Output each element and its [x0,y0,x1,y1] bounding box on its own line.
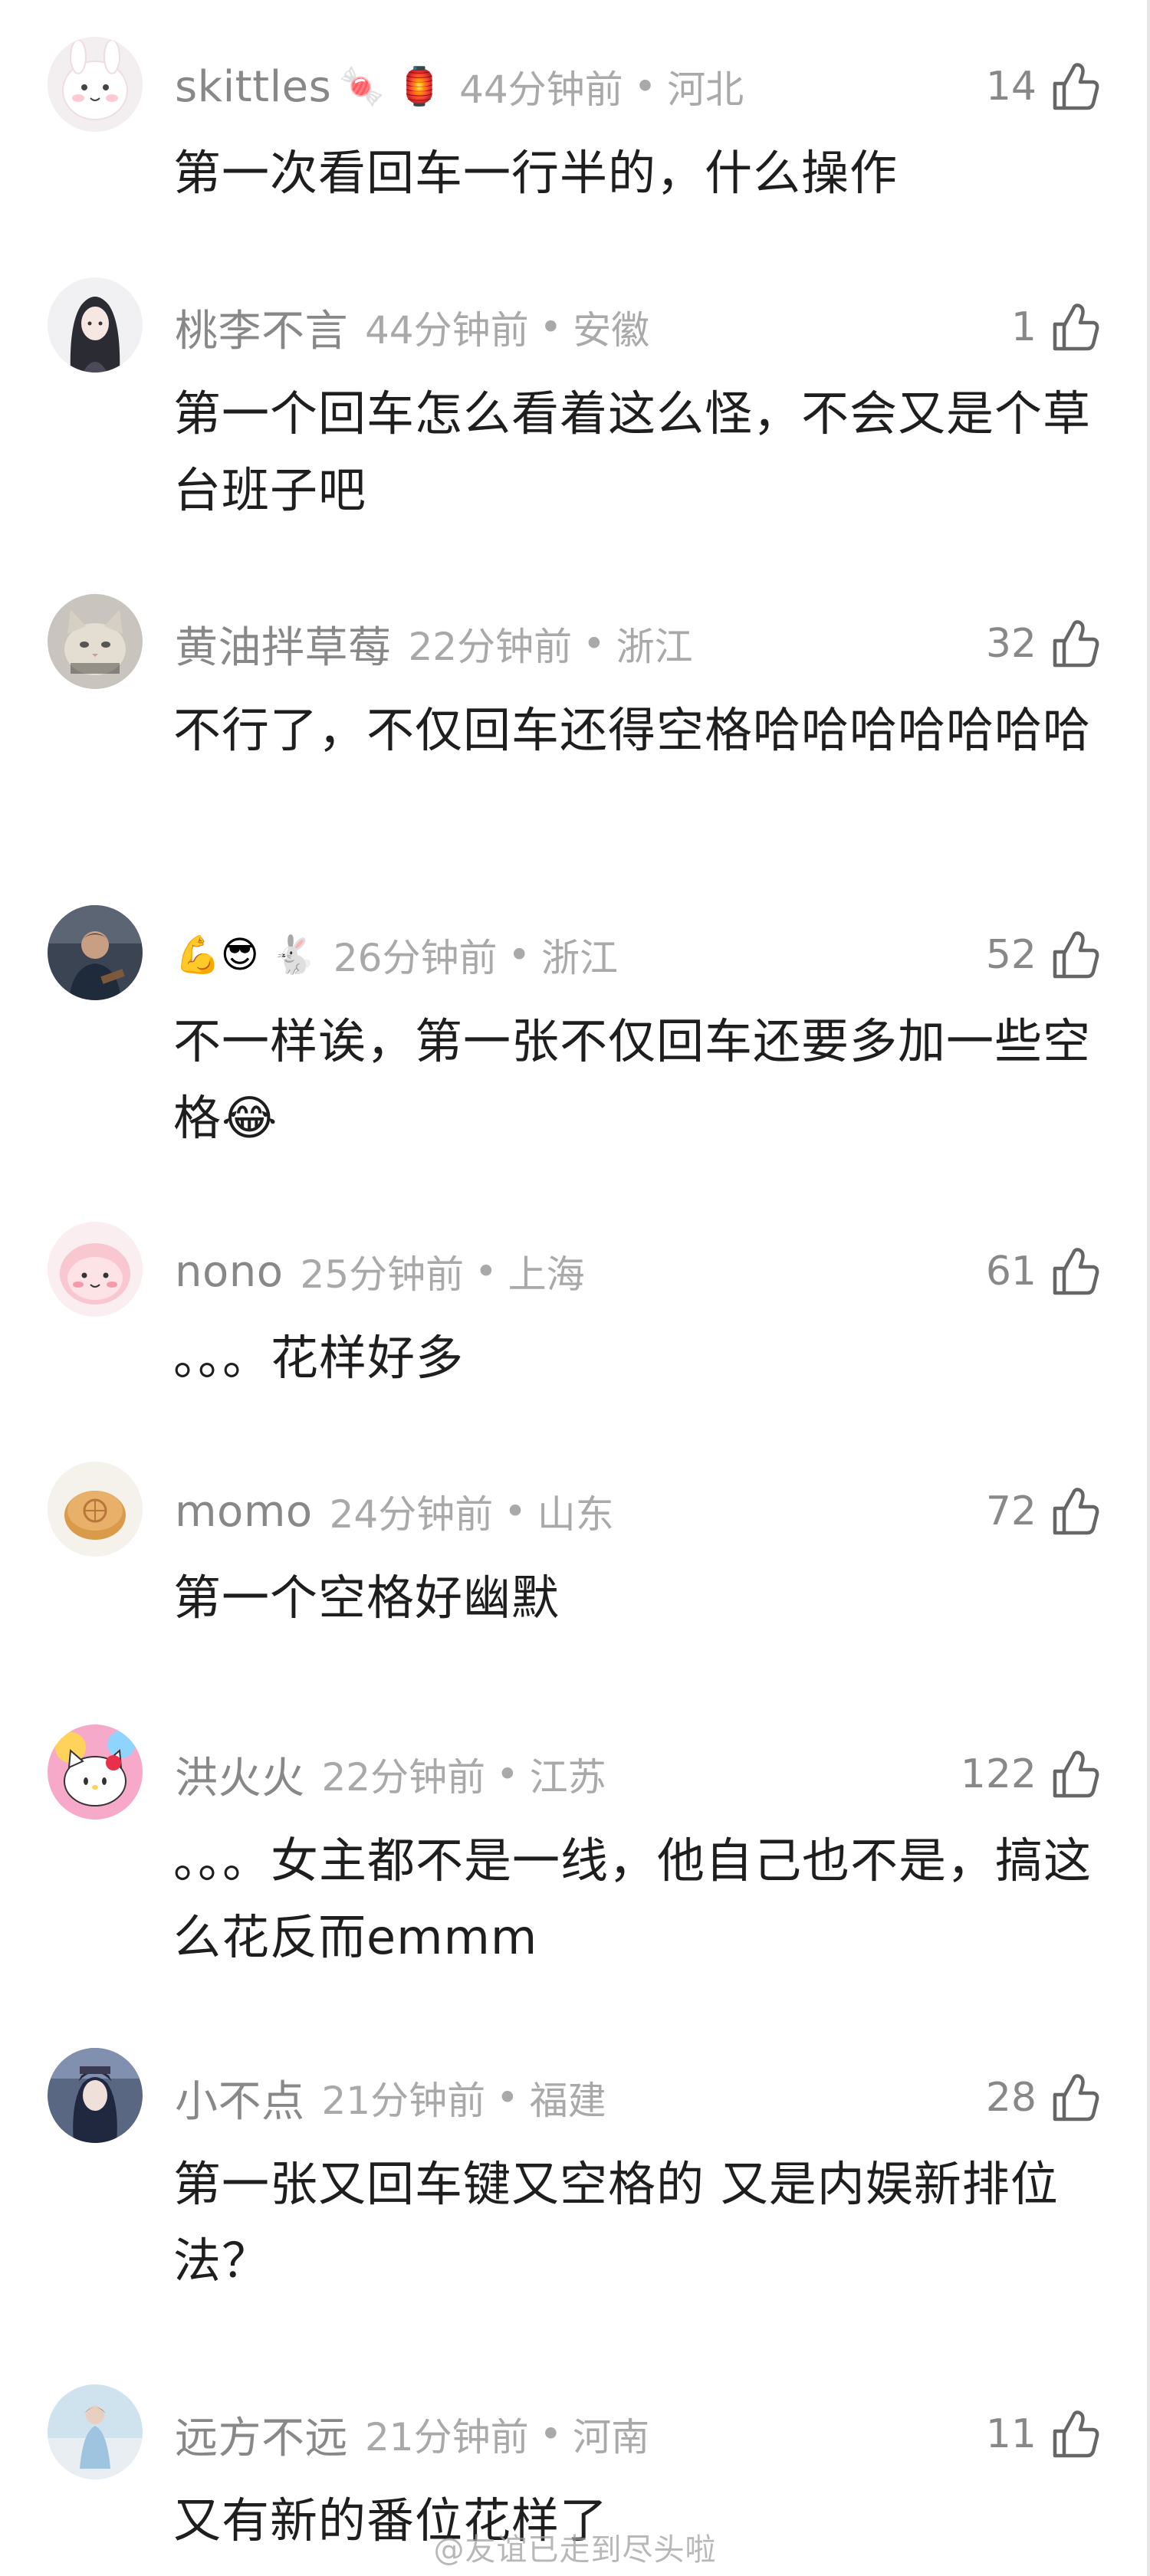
comment-text: 第一个空格好幽默 [173,1570,560,1626]
like-button[interactable]: 52 [986,927,1102,983]
separator-dot: • [496,1752,519,1797]
like-button[interactable]: 11 [986,2406,1102,2463]
comment-meta: 洪火火 22分钟前 • 江苏 [175,1747,606,1803]
thumbs-up-icon[interactable] [1047,1747,1102,1802]
thumbs-up-icon[interactable] [1047,1484,1102,1539]
comment-meta: 桃李不言 44分钟前 • 安徽 [175,300,650,356]
comment-meta: nono 25分钟前 • 上海 [175,1245,585,1298]
like-count: 52 [985,932,1037,978]
comment-text: 第一张又回车键又空格的 又是内娱新排位法？ [173,2156,1059,2289]
photo-person-avatar[interactable] [48,905,143,1000]
comment-meta: 小不点 21分钟前 • 福建 [175,2071,606,2127]
separator-dot: • [496,2076,519,2120]
thumbs-up-icon[interactable] [1047,59,1102,114]
comment-time: 44分钟前 [459,67,623,112]
thumbs-up-icon[interactable] [1047,2407,1102,2462]
comment-location: 上海 [508,1252,585,1297]
like-button[interactable]: 28 [986,2069,1102,2126]
separator-dot: • [633,64,657,109]
anime-girl-avatar[interactable] [48,277,143,372]
comment-time: 21分钟前 [321,2079,486,2123]
comment-text: 不一样诶，第一张不仅回车还要多加一些空格😂 [173,1013,1092,1146]
comment-time: 22分钟前 [321,1755,486,1800]
pink-character-avatar[interactable] [48,1222,143,1317]
comment-location: 安徽 [573,308,650,353]
like-count: 122 [960,1751,1037,1797]
comment-time: 22分钟前 [408,625,573,669]
like-count: 28 [985,2075,1037,2121]
username[interactable]: 黄油拌草莓 [175,613,392,675]
username[interactable]: 远方不远 [175,2404,348,2466]
separator-dot: • [539,2412,563,2456]
comment-time: 26分钟前 [333,936,498,980]
comment-text: 第一个回车怎么看着这么怪，不会又是个草台班子吧 [173,386,1092,518]
like-count: 1 [1010,304,1037,350]
comment-time: 24分钟前 [329,1492,494,1537]
cat-avatar[interactable] [48,594,143,689]
comment-time: 21分钟前 [365,2415,529,2460]
comment-meta: 💪😎 🐇 26分钟前 • 浙江 [175,928,618,982]
username[interactable]: 小不点 [175,2067,305,2129]
comment-text: 第一次看回车一行半的，什么操作 [173,145,899,201]
badge-icons: 🍬 🏮 [339,65,443,108]
separator-dot: • [504,1489,527,1534]
thumbs-up-icon[interactable] [1047,1244,1102,1299]
figure-beach-avatar[interactable] [48,2384,143,2479]
like-button[interactable]: 1 [1011,299,1102,356]
like-button[interactable]: 61 [986,1243,1102,1300]
separator-dot: • [583,622,606,666]
anime-character-avatar[interactable] [48,2048,143,2143]
comment-location: 浙江 [540,936,618,980]
comment-meta: skittles 🍬 🏮 44分钟前 • 河北 [175,60,744,113]
like-button[interactable]: 122 [961,1746,1102,1803]
comment-location: 河北 [667,67,744,112]
like-count: 61 [985,1249,1037,1295]
comment-meta: 远方不远 21分钟前 • 河南 [175,2407,650,2463]
comment-text: 不行了，不仅回车还得空格哈哈哈哈哈哈哈 [173,702,1092,758]
comment-location: 河南 [573,2415,650,2460]
like-button[interactable]: 72 [986,1483,1102,1540]
username[interactable]: momo [175,1487,313,1537]
comment-location: 山东 [537,1492,614,1537]
comment-meta: 黄油拌草莓 22分钟前 • 浙江 [175,617,693,673]
like-count: 72 [985,1488,1037,1534]
comment-location: 浙江 [616,625,693,669]
comment-time: 25分钟前 [300,1252,465,1297]
badge-icons: 💪😎 🐇 [175,934,317,976]
thumbs-up-icon[interactable] [1047,2070,1102,2125]
like-count: 14 [985,64,1037,110]
like-count: 32 [985,621,1037,667]
comment-text: 。。。花样好多 [173,1330,465,1386]
comment-location: 江苏 [529,1755,606,1800]
username[interactable]: nono [175,1247,284,1297]
separator-dot: • [475,1249,498,1294]
comment-page: skittles 🍬 🏮 44分钟前 • 河北 14 第一次看回车一行半的，什么… [0,0,1150,2576]
username[interactable]: skittles [175,62,331,112]
comment-meta: momo 24分钟前 • 山东 [175,1485,614,1538]
scroll-edge [1147,0,1150,2576]
comment-text: 。。。女主都不是一线，他自己也不是，搞这么花反而emmm [173,1833,1092,1965]
mooncake-avatar[interactable] [48,1462,143,1557]
like-count: 11 [985,2411,1037,2457]
separator-dot: • [508,933,531,977]
username[interactable]: 洪火火 [175,1744,305,1806]
cartoon-bunny-avatar[interactable] [48,37,143,132]
hello-kitty-avatar[interactable] [48,1724,143,1820]
comment-time: 44分钟前 [365,308,529,353]
comment-location: 福建 [529,2079,606,2123]
watermark: @友谊已走到尽头啦 [433,2532,717,2568]
separator-dot: • [539,305,563,349]
like-button[interactable]: 14 [986,58,1102,115]
thumbs-up-icon[interactable] [1047,616,1102,671]
thumbs-up-icon[interactable] [1047,927,1102,983]
like-button[interactable]: 32 [986,615,1102,672]
username[interactable]: 桃李不言 [175,297,348,359]
thumbs-up-icon[interactable] [1047,300,1102,355]
